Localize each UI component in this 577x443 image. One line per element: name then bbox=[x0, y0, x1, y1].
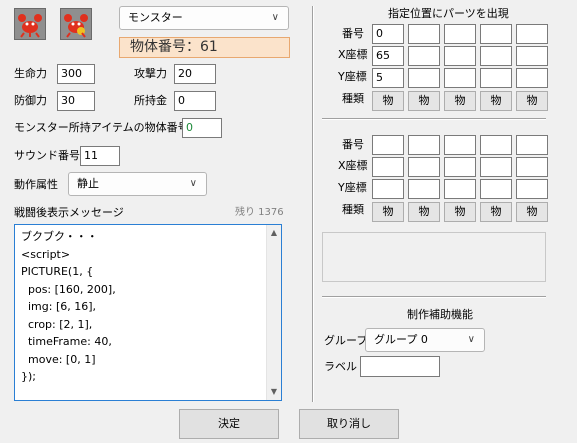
part1-x-cell[interactable] bbox=[408, 46, 440, 66]
part2-number-cell[interactable] bbox=[480, 135, 512, 155]
part2-type-button[interactable]: 物 bbox=[444, 202, 476, 222]
part2-x-cell[interactable] bbox=[516, 157, 548, 177]
part1-type-button[interactable]: 物 bbox=[408, 91, 440, 111]
part2-number-cell[interactable] bbox=[516, 135, 548, 155]
monster-sprite-2 bbox=[60, 8, 92, 40]
part2-y-cell[interactable] bbox=[372, 179, 404, 199]
sound-input[interactable]: 11 bbox=[80, 146, 120, 166]
preview-panel bbox=[322, 232, 546, 282]
part2-type-button[interactable]: 物 bbox=[372, 202, 404, 222]
ok-button[interactable]: 決定 bbox=[179, 409, 279, 439]
message-label: 戦闘後表示メッセージ bbox=[14, 206, 124, 219]
group-select[interactable]: グループ 0 ∨ bbox=[365, 328, 485, 352]
action-select[interactable]: 静止 ∨ bbox=[68, 172, 207, 196]
part1-number-cell[interactable] bbox=[516, 24, 548, 44]
item-input[interactable]: 0 bbox=[182, 118, 222, 138]
vertical-divider bbox=[312, 6, 314, 402]
part1-x-cell[interactable] bbox=[480, 46, 512, 66]
part1-y-cell[interactable]: 5 bbox=[372, 68, 404, 88]
action-value: 静止 bbox=[77, 177, 99, 190]
chevron-down-icon: ∨ bbox=[189, 178, 197, 189]
attack-input[interactable]: 20 bbox=[174, 64, 216, 84]
part2-x-cell[interactable] bbox=[444, 157, 476, 177]
object-number-label: 物体番号：61 bbox=[130, 39, 218, 55]
part2-type-button[interactable]: 物 bbox=[480, 202, 512, 222]
group-label: グループ bbox=[324, 334, 368, 347]
part-x-label: X座標 bbox=[338, 48, 368, 61]
defense-input[interactable]: 30 bbox=[57, 91, 95, 111]
assist-title: 制作補助機能 bbox=[407, 308, 473, 321]
part2-y-cell[interactable] bbox=[408, 179, 440, 199]
part-type-label: 種類 bbox=[342, 203, 364, 216]
sound-label: サウンド番号 bbox=[14, 149, 80, 162]
assist-divider bbox=[322, 296, 546, 298]
message-scrollbar[interactable]: ▲ ▼ bbox=[266, 225, 281, 400]
money-input[interactable]: 0 bbox=[174, 91, 216, 111]
part2-number-cell[interactable] bbox=[372, 135, 404, 155]
part-number-label: 番号 bbox=[342, 27, 364, 40]
part2-x-cell[interactable] bbox=[480, 157, 512, 177]
part2-number-cell[interactable] bbox=[408, 135, 440, 155]
part2-type-button[interactable]: 物 bbox=[408, 202, 440, 222]
action-label: 動作属性 bbox=[14, 178, 58, 191]
part1-type-button[interactable]: 物 bbox=[480, 91, 512, 111]
remaining-count: 残り 1376 bbox=[235, 207, 284, 218]
part1-type-button[interactable]: 物 bbox=[372, 91, 404, 111]
part1-type-button[interactable]: 物 bbox=[516, 91, 548, 111]
hp-label: 生命力 bbox=[14, 67, 47, 80]
part1-type-button[interactable]: 物 bbox=[444, 91, 476, 111]
part-x-label: X座標 bbox=[338, 159, 368, 172]
part1-y-cell[interactable] bbox=[408, 68, 440, 88]
scroll-up-icon[interactable]: ▲ bbox=[267, 226, 281, 240]
message-text: ブクブク・・・ <script> PICTURE(1, { pos: [160,… bbox=[21, 230, 116, 383]
part2-y-cell[interactable] bbox=[516, 179, 548, 199]
monster-type-select[interactable]: モンスター ∨ bbox=[119, 6, 289, 30]
label-label: ラベル bbox=[324, 360, 357, 373]
part2-x-cell[interactable] bbox=[408, 157, 440, 177]
part1-number-cell[interactable] bbox=[444, 24, 476, 44]
part2-y-cell[interactable] bbox=[480, 179, 512, 199]
cancel-button[interactable]: 取り消し bbox=[299, 409, 399, 439]
part1-number-cell[interactable]: 0 bbox=[372, 24, 404, 44]
part1-x-cell[interactable] bbox=[516, 46, 548, 66]
hp-input[interactable]: 300 bbox=[57, 64, 95, 84]
part-type-label: 種類 bbox=[342, 92, 364, 105]
part-y-label: Y座標 bbox=[338, 181, 367, 194]
part1-y-cell[interactable] bbox=[480, 68, 512, 88]
defense-label: 防御力 bbox=[14, 94, 47, 107]
part1-x-cell[interactable]: 65 bbox=[372, 46, 404, 66]
label-input[interactable] bbox=[360, 356, 440, 377]
parts-divider bbox=[322, 118, 546, 120]
monster-sprite-1 bbox=[14, 8, 46, 40]
part2-y-cell[interactable] bbox=[444, 179, 476, 199]
part1-x-cell[interactable] bbox=[444, 46, 476, 66]
attack-label: 攻撃力 bbox=[134, 67, 167, 80]
part1-y-cell[interactable] bbox=[516, 68, 548, 88]
part-number-label: 番号 bbox=[342, 138, 364, 151]
object-number-banner: 物体番号：61 bbox=[119, 37, 290, 58]
scroll-down-icon[interactable]: ▼ bbox=[267, 385, 281, 399]
chevron-down-icon: ∨ bbox=[271, 12, 279, 23]
part2-x-cell[interactable] bbox=[372, 157, 404, 177]
monster-type-value: モンスター bbox=[128, 11, 183, 24]
item-label: モンスター所持アイテムの物体番号 bbox=[14, 121, 189, 134]
chevron-down-icon: ∨ bbox=[467, 334, 475, 345]
message-textarea[interactable]: ブクブク・・・ <script> PICTURE(1, { pos: [160,… bbox=[14, 224, 282, 401]
part1-y-cell[interactable] bbox=[444, 68, 476, 88]
part2-number-cell[interactable] bbox=[444, 135, 476, 155]
part2-type-button[interactable]: 物 bbox=[516, 202, 548, 222]
part1-number-cell[interactable] bbox=[480, 24, 512, 44]
group-value: グループ 0 bbox=[374, 333, 428, 346]
part1-number-cell[interactable] bbox=[408, 24, 440, 44]
part-y-label: Y座標 bbox=[338, 70, 367, 83]
money-label: 所持金 bbox=[134, 94, 167, 107]
parts-title: 指定位置にパーツを出現 bbox=[388, 7, 509, 20]
